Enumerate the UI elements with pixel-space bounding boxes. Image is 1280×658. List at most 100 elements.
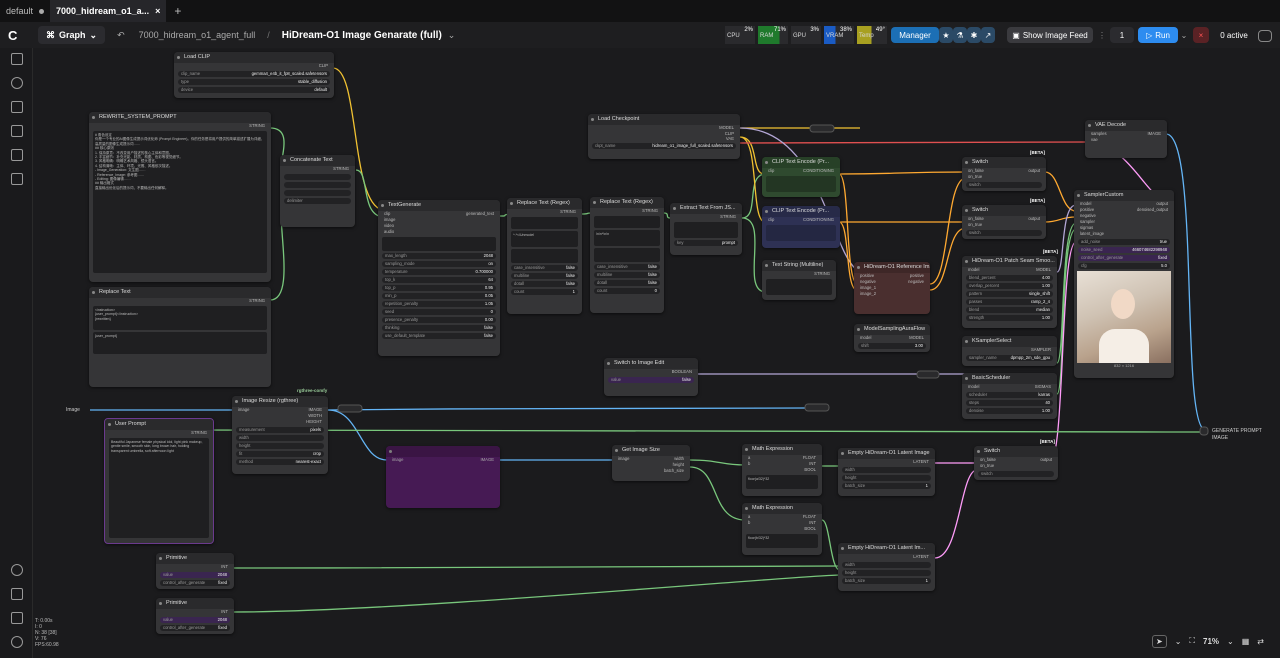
node-input[interactable]: latent_image <box>1074 231 1174 237</box>
textgen-widget[interactable]: min_p 0.05 <box>382 293 496 299</box>
node-ksampler-select[interactable]: KSamplerSelect SAMPLER sampler_name dpmpp… <box>962 336 1057 366</box>
regex-widget[interactable]: case_insensitive false <box>511 265 578 271</box>
text-input[interactable] <box>594 216 660 228</box>
user-prompt-textarea[interactable]: Beautiful Japanese female physical idol,… <box>109 438 209 538</box>
node-output[interactable]: INT <box>156 564 234 570</box>
prompt-textarea[interactable] <box>382 237 496 251</box>
node-switch-1[interactable]: Switch on_false output on_true switch <box>962 157 1046 191</box>
node-text-generate[interactable]: TextGenerate clip generated_text image vi… <box>378 200 500 356</box>
node-load-clip[interactable]: Load CLIP CLIP clip_name gemma4_e4b_it_fp… <box>174 52 334 98</box>
control-after-generate-widget[interactable]: control_after_generate fixed <box>160 580 230 586</box>
fit-view-icon[interactable]: ⛶ <box>1189 636 1195 646</box>
value-toggle[interactable]: value false <box>608 377 694 383</box>
node-title[interactable]: HiDream-O1 Reference Im... <box>854 262 930 273</box>
node-hidream-patch-seam[interactable]: HiDream-O1 Patch Seam Smoo... model MODEL… <box>962 256 1057 328</box>
node-output[interactable]: STRING <box>280 166 355 172</box>
node-input[interactable]: vae <box>1085 137 1167 143</box>
node-title[interactable]: Switch to Image Edit <box>604 358 698 369</box>
textgen-widget[interactable]: sampling_mode on <box>382 261 496 267</box>
node-math-expression-2[interactable]: Math Expression a FLOAT b INT BOOL floor(b… <box>742 503 822 555</box>
node-text-string-multiline[interactable]: Text String (Multiline) STRING <box>762 260 836 300</box>
node-title[interactable]: Primitive <box>156 598 234 609</box>
switch-widget[interactable]: switch <box>966 230 1042 236</box>
node-output[interactable]: HEIGHT <box>232 419 328 425</box>
node-title[interactable]: Empty HiDream-O1 Latent Im... <box>838 543 935 554</box>
height-widget[interactable]: height <box>842 570 931 576</box>
node-title[interactable]: BasicScheduler <box>962 373 1057 384</box>
node-output[interactable]: CLIP <box>174 63 334 69</box>
node-basic-scheduler[interactable]: BasicScheduler model SIGMAS scheduler karr… <box>962 373 1057 419</box>
textgen-widget[interactable]: top_p 0.95 <box>382 285 496 291</box>
textgen-widget[interactable]: max_length 2048 <box>382 253 496 259</box>
node-title[interactable]: Primitive <box>156 553 234 564</box>
link-visibility-icon[interactable]: ⇄ <box>1257 637 1264 646</box>
template-textarea[interactable]: <instruction> {user_prompt}</instruction… <box>93 306 267 330</box>
node-title[interactable]: Load CLIP <box>174 52 334 63</box>
textgen-widget[interactable]: seed 0 <box>382 309 496 315</box>
node-output[interactable]: BOOL <box>742 467 822 473</box>
noise-seed-widget[interactable]: noise_seed 466074682298948 <box>1078 247 1170 253</box>
text-b-widget[interactable] <box>284 182 351 188</box>
node-io[interactable]: clip CONDITIONING <box>762 217 840 223</box>
type-widget[interactable]: type stable_diffusion <box>178 79 330 85</box>
node-image-resize[interactable]: Image Resize (rgthree) image IMAGE WIDTH … <box>232 396 328 474</box>
node-empty-latent-1[interactable]: Empty HiDream-O1 Latent Image LATENT wid… <box>838 448 935 496</box>
node-title[interactable] <box>386 446 500 457</box>
node-title[interactable]: Get Image Size <box>612 445 690 456</box>
control-after-generate-widget[interactable]: control_after_generate fixed <box>1078 255 1170 261</box>
replace-textarea[interactable] <box>511 249 578 263</box>
node-rewrite-system-prompt[interactable]: REWRITE_SYSTEM_PROMPT STRING # 角色设定 你是一个… <box>89 112 271 282</box>
node-primitive-1[interactable]: Primitive INT value 2048 control_after_ge… <box>156 553 234 589</box>
node-title[interactable]: HiDream-O1 Patch Seam Smoo... <box>962 256 1057 267</box>
node-title[interactable]: Concatenate Text <box>280 155 355 166</box>
regex-widget[interactable]: count 0 <box>594 288 660 294</box>
node-clip-text-encode-positive[interactable]: CLIP Text Encode (Pr... clip CONDITIONING <box>762 157 840 197</box>
width-widget[interactable]: width <box>236 435 324 441</box>
node-title[interactable]: KSamplerSelect <box>962 336 1057 347</box>
node-output[interactable]: SAMPLER <box>962 347 1057 353</box>
pattern-textarea[interactable]: ^.*</Unmodel <box>511 231 578 247</box>
shift-widget[interactable]: shift 3.00 <box>858 343 926 349</box>
replacement-textarea[interactable]: {user_prompt} <box>93 332 267 354</box>
height-widget[interactable]: height <box>842 475 931 481</box>
node-load-checkpoint[interactable]: Load Checkpoint MODEL CLIP VAE ckpt_name… <box>588 114 740 159</box>
steps-widget[interactable]: steps 40 <box>966 400 1053 406</box>
node-title[interactable]: Switch <box>962 205 1046 216</box>
node-io[interactable]: clip CONDITIONING <box>762 168 840 174</box>
delimiter-widget[interactable]: delimiter <box>284 198 351 204</box>
pointer-select-icon[interactable]: ➤ <box>1152 634 1167 648</box>
value-widget[interactable]: value 2048 <box>160 572 230 578</box>
node-input[interactable]: on_true <box>962 174 1046 180</box>
node-sampler-custom[interactable]: SamplerCustom model output positive denois… <box>1074 190 1174 378</box>
measurement-widget[interactable]: measurement pixels <box>236 427 324 433</box>
key-widget[interactable]: key prompt <box>674 240 738 246</box>
text-a-widget[interactable] <box>284 174 351 180</box>
patch-widget[interactable]: blend median <box>966 307 1053 313</box>
node-output[interactable]: STRING <box>590 208 664 214</box>
text-input[interactable] <box>766 279 832 295</box>
node-model-sampling-auraflow[interactable]: ModelSamplingAuraFlow model MODEL shift 3.… <box>854 324 930 352</box>
node-user-prompt[interactable]: User Prompt STRING Beautiful Japanese fe… <box>104 418 214 544</box>
node-math-expression-1[interactable]: Math Expression a FLOAT b INT BOOL floor(a… <box>742 444 822 496</box>
node-output[interactable]: STRING <box>507 209 582 215</box>
node-replace-text-regex-1[interactable]: Replace Text (Regex) STRING ^.*</Unmodel… <box>507 198 582 314</box>
expression-textarea[interactable]: floor(b/32)*32 <box>746 534 818 548</box>
regex-widget[interactable]: count 1 <box>511 289 578 295</box>
node-extract-text-json[interactable]: Extract Text From JS... STRING key prompt <box>670 203 742 255</box>
patch-widget[interactable]: passes ramp_2_4 <box>966 299 1053 305</box>
node-title[interactable]: Replace Text (Regex) <box>507 198 582 209</box>
generated-image-preview[interactable] <box>1077 271 1171 363</box>
scheduler-widget[interactable]: scheduler karras <box>966 392 1053 398</box>
node-primitive-2[interactable]: Primitive INT value 2048 control_after_ge… <box>156 598 234 634</box>
node-input[interactable]: on_true <box>974 463 1058 469</box>
node-title[interactable]: ModelSamplingAuraFlow <box>854 324 930 335</box>
minimap-icon[interactable]: ▦ <box>1242 637 1250 646</box>
width-widget[interactable]: width <box>842 467 931 473</box>
node-input[interactable]: image_2 <box>854 291 930 297</box>
device-widget[interactable]: device default <box>178 87 330 93</box>
node-title[interactable]: Empty HiDream-O1 Latent Image <box>838 448 935 459</box>
node-empty-latent-2[interactable]: Empty HiDream-O1 Latent Im... LATENT wid… <box>838 543 935 591</box>
zoom-level[interactable]: 71% <box>1203 637 1219 646</box>
patch-widget[interactable]: pattern single_shift <box>966 291 1053 297</box>
patch-widget[interactable]: blend_percent 4.00 <box>966 275 1053 281</box>
